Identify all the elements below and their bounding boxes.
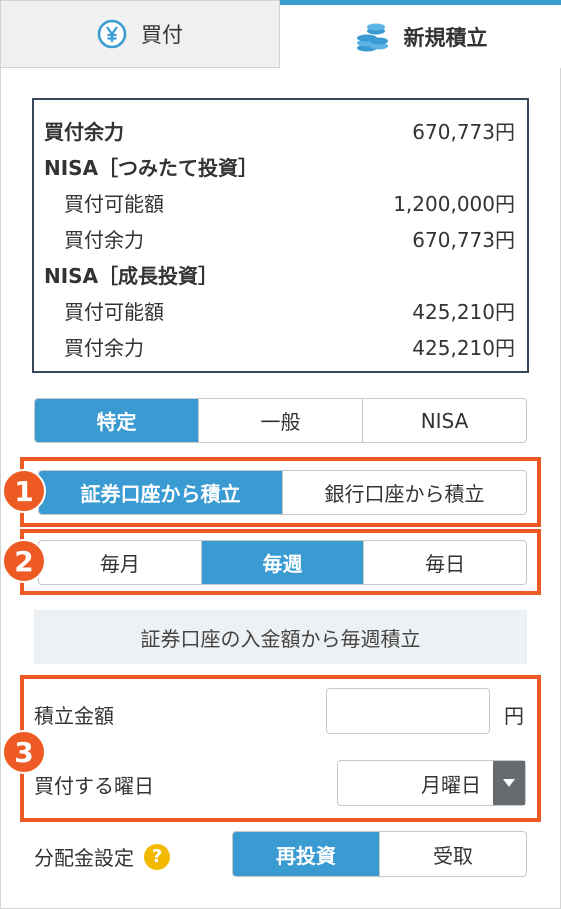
distribution-receive-button[interactable]: 受取	[379, 832, 526, 876]
funding-source-selector: 証券口座から積立 銀行口座から積立	[38, 470, 527, 515]
nisa-growth-limit-value: 425,210円	[412, 299, 515, 324]
account-type-tokutei-button[interactable]: 特定	[35, 399, 198, 442]
amount-unit: 円	[504, 704, 524, 728]
nisa-tsumitate-heading-row: NISA［つみたて投資］	[34, 148, 527, 184]
weekday-selected-value: 月曜日	[421, 772, 481, 797]
nisa-tsumitate-remaining-label: 買付余力	[64, 227, 144, 252]
help-icon[interactable]: ?	[144, 843, 170, 870]
distribution-setting: 分配金設定 ?	[34, 842, 170, 871]
nisa-tsumitate-remaining-row: 買付余力 670,773円	[34, 220, 527, 256]
purchasing-power-row: 買付余力 670,773円	[34, 112, 527, 148]
nisa-tsumitate-heading: NISA［つみたて投資］	[44, 155, 259, 180]
yen-coin-icon	[97, 19, 127, 49]
frequency-daily-button[interactable]: 毎日	[363, 541, 526, 584]
tab-buy-label: 買付	[141, 23, 183, 47]
tab-new-savings-label: 新規積立	[403, 25, 488, 50]
account-type-selector: 特定 一般 NISA	[34, 398, 527, 443]
purchasing-power-label: 買付余力	[44, 119, 124, 144]
funding-source-bank-button[interactable]: 銀行口座から積立	[282, 471, 526, 514]
frequency-selector: 毎月 毎週 毎日	[38, 540, 527, 585]
distribution-reinvest-button[interactable]: 再投資	[233, 832, 379, 876]
nisa-growth-heading: NISA［成長投資］	[44, 263, 219, 288]
nisa-growth-limit-label: 買付可能額	[64, 299, 164, 324]
coin-stack-icon	[354, 22, 390, 52]
nisa-growth-remaining-row: 買付余力 425,210円	[34, 328, 527, 364]
nisa-tsumitate-remaining-value: 670,773円	[412, 227, 515, 252]
tab-buy[interactable]: 買付	[0, 0, 280, 68]
step-badge-1: 1	[2, 469, 46, 513]
distribution-selector: 再投資 受取	[232, 831, 527, 877]
tab-new-savings[interactable]: 新規積立	[280, 0, 561, 68]
frequency-weekly-button[interactable]: 毎週	[200, 541, 364, 584]
weekday-select[interactable]: 月曜日	[337, 760, 526, 806]
purchasing-power-value: 670,773円	[412, 119, 515, 144]
distribution-label: 分配金設定	[34, 846, 134, 870]
nisa-growth-limit-row: 買付可能額 425,210円	[34, 292, 527, 328]
amount-input[interactable]	[326, 688, 490, 734]
dropdown-arrow-icon[interactable]	[493, 761, 525, 805]
weekday-label: 買付する曜日	[34, 774, 154, 798]
nisa-tsumitate-limit-label: 買付可能額	[64, 191, 164, 216]
savings-description: 証券口座の入金額から毎週積立	[34, 610, 527, 664]
step-badge-3: 3	[2, 730, 46, 774]
step-badge-2: 2	[2, 539, 46, 583]
balance-summary: 買付余力 670,773円 NISA［つみたて投資］ 買付可能額 1,200,0…	[32, 98, 529, 373]
nisa-growth-remaining-label: 買付余力	[64, 335, 144, 360]
nisa-growth-heading-row: NISA［成長投資］	[34, 256, 527, 292]
funding-source-securities-button[interactable]: 証券口座から積立	[39, 471, 282, 514]
account-type-ippan-button[interactable]: 一般	[198, 399, 362, 442]
amount-label: 積立金額	[34, 704, 114, 728]
account-type-nisa-button[interactable]: NISA	[362, 399, 526, 442]
nisa-growth-remaining-value: 425,210円	[412, 335, 515, 360]
nisa-tsumitate-limit-value: 1,200,000円	[393, 191, 515, 216]
nisa-tsumitate-limit-row: 買付可能額 1,200,000円	[34, 184, 527, 220]
frequency-monthly-button[interactable]: 毎月	[39, 541, 201, 584]
